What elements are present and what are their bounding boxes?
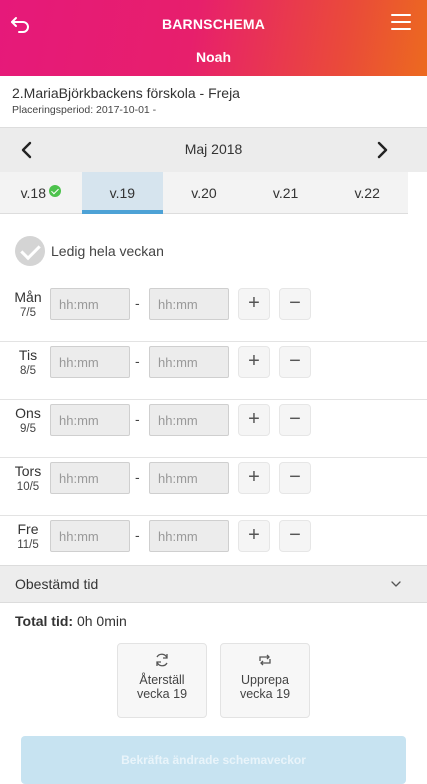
total-time: Total tid: 0h 0min — [15, 613, 127, 629]
add-time-button[interactable]: + — [238, 288, 270, 320]
remove-time-button[interactable]: − — [279, 346, 311, 378]
start-time-input[interactable]: hh:mm — [50, 404, 130, 436]
day-row-monday: Mån 7/5 hh:mm - hh:mm + − — [0, 284, 427, 342]
hamburger-menu-icon[interactable] — [391, 14, 411, 30]
repeat-week-button[interactable]: Upprepa vecka 19 — [220, 643, 310, 718]
day-row-thursday: Tors 10/5 hh:mm - hh:mm + − — [0, 458, 427, 516]
day-label: Mån 7/5 — [14, 289, 42, 319]
free-week-toggle[interactable]: Ledig hela veckan — [15, 236, 164, 266]
day-label: Ons 9/5 — [15, 405, 41, 435]
time-separator: - — [135, 411, 140, 427]
confirm-schedule-button[interactable]: Bekräfta ändrade schemaveckor — [21, 736, 406, 784]
current-month: Maj 2018 — [184, 141, 243, 157]
time-separator: - — [135, 469, 140, 485]
end-time-input[interactable]: hh:mm — [149, 520, 229, 552]
add-time-button[interactable]: + — [238, 404, 270, 436]
start-time-input[interactable]: hh:mm — [50, 462, 130, 494]
day-row-tuesday: Tis 8/5 hh:mm - hh:mm + − — [0, 342, 427, 400]
tab-week-19[interactable]: v.19 — [81, 172, 164, 214]
end-time-input[interactable]: hh:mm — [149, 404, 229, 436]
end-time-input[interactable]: hh:mm — [149, 288, 229, 320]
app-title: BARNSCHEMA — [161, 16, 266, 32]
app-header: BARNSCHEMA Noah — [0, 0, 427, 76]
tab-week-21[interactable]: v.21 — [245, 172, 327, 213]
time-separator: - — [135, 353, 140, 369]
add-time-button[interactable]: + — [238, 462, 270, 494]
tab-week-22[interactable]: v.22 — [326, 172, 408, 213]
add-time-button[interactable]: + — [238, 520, 270, 552]
start-time-input[interactable]: hh:mm — [50, 288, 130, 320]
school-info: 2.MariaBjörkbackens förskola - Freja Pla… — [0, 76, 427, 128]
child-name: Noah — [196, 49, 231, 65]
remove-time-button[interactable]: − — [279, 288, 311, 320]
time-separator: - — [135, 295, 140, 311]
repeat-line2: vecka 19 — [239, 687, 291, 701]
remove-time-button[interactable]: − — [279, 404, 311, 436]
remove-time-button[interactable]: − — [279, 462, 311, 494]
remove-time-button[interactable]: − — [279, 520, 311, 552]
placement-period: Placeringsperiod: 2017-10-01 - — [12, 104, 157, 116]
reset-line1: Återställ — [139, 673, 185, 687]
repeat-icon — [259, 654, 271, 666]
end-time-input[interactable]: hh:mm — [149, 346, 229, 378]
school-name: 2.MariaBjörkbackens förskola - Freja — [12, 85, 240, 101]
total-time-value: 0h 0min — [76, 613, 127, 629]
end-time-input[interactable]: hh:mm — [149, 462, 229, 494]
month-navigation: Maj 2018 — [0, 128, 427, 172]
tab-week-20[interactable]: v.20 — [163, 172, 245, 213]
reset-week-button[interactable]: Återställ vecka 19 — [117, 643, 207, 718]
undecided-time-label: Obestämd tid — [15, 576, 99, 592]
day-label: Tis 8/5 — [18, 347, 38, 377]
start-time-input[interactable]: hh:mm — [50, 346, 130, 378]
reset-line2: vecka 19 — [136, 687, 188, 701]
chevron-down-icon[interactable] — [391, 579, 401, 589]
day-label: Tors 10/5 — [14, 463, 42, 493]
checkmark-icon[interactable] — [15, 236, 45, 266]
start-time-input[interactable]: hh:mm — [50, 520, 130, 552]
chevron-right-icon[interactable] — [371, 139, 393, 161]
tab-week-18[interactable]: v.18 — [0, 172, 82, 213]
check-circle-icon — [49, 185, 62, 197]
day-row-wednesday: Ons 9/5 hh:mm - hh:mm + − — [0, 400, 427, 458]
refresh-icon — [156, 653, 168, 667]
free-week-label: Ledig hela veckan — [51, 243, 164, 259]
undecided-time-section[interactable]: Obestämd tid — [0, 565, 427, 603]
week-tabs: v.18 v.19 v.20 v.21 v.22 — [0, 172, 408, 214]
total-time-label: Total tid: — [15, 613, 74, 629]
add-time-button[interactable]: + — [238, 346, 270, 378]
time-separator: - — [135, 527, 140, 543]
day-label: Fre 11/5 — [17, 521, 39, 551]
repeat-line1: Upprepa — [241, 673, 289, 687]
